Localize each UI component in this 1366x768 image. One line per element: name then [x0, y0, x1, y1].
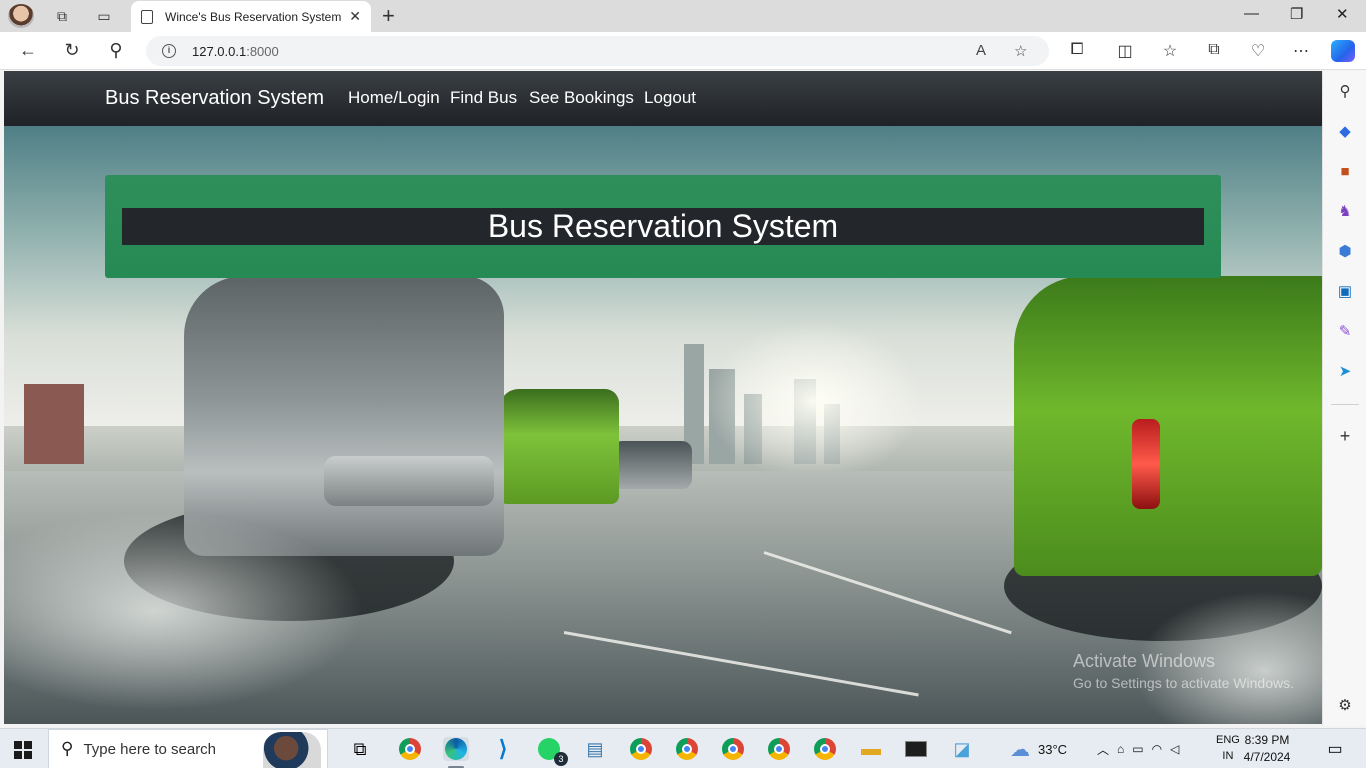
browser-tab-strip: ⧉ ▭ Wince's Bus Reservation System ✕ + —… [0, 0, 1366, 32]
bus-grey-far [612, 441, 692, 489]
sidebar-settings-icon[interactable]: ⚙ [1335, 695, 1355, 715]
whatsapp-badge: 3 [554, 752, 568, 766]
file-explorer-icon[interactable]: ▬ [858, 737, 884, 761]
chrome-taskbar-icon[interactable] [397, 737, 423, 761]
nav-see-bookings[interactable]: See Bookings [529, 88, 634, 108]
tray-device-icon[interactable]: ⌂ [1117, 742, 1124, 756]
bus-green-middle [499, 389, 619, 504]
terminal-icon[interactable] [903, 737, 929, 761]
page-icon [141, 9, 153, 24]
wifi-icon[interactable]: ◠ [1152, 742, 1162, 756]
hero-title-bar: Bus Reservation System [122, 208, 1204, 245]
system-tray-icons[interactable]: ︿ ⌂ ▭ ◠ ◁ [1097, 729, 1179, 768]
collections-icon[interactable]: ⧉ [1203, 41, 1225, 59]
url-text[interactable]: 127.0.0.1:8000 [192, 44, 279, 59]
weather-temp: 33°C [1038, 741, 1068, 757]
minimize-icon[interactable]: — [1244, 5, 1259, 22]
chrome-profile-3-icon[interactable] [720, 737, 746, 761]
chrome-profile-4-icon[interactable] [766, 737, 792, 761]
profile-avatar[interactable] [8, 4, 34, 28]
activate-windows-title: Activate Windows [1073, 651, 1216, 671]
tab-title: Wince's Bus Reservation System [165, 9, 342, 24]
sidebar-shopping-icon[interactable]: ◆ [1335, 121, 1355, 141]
clock-date: 4/7/2024 [1243, 750, 1291, 764]
bus-taillight [1132, 419, 1160, 509]
sidebar-microsoft365-icon[interactable]: ⬢ [1335, 241, 1355, 261]
taskbar-search-icon: ⚲ [61, 739, 74, 758]
nav-home-login[interactable]: Home/Login [348, 88, 440, 108]
site-brand[interactable]: Bus Reservation System [105, 87, 324, 110]
clock-time: 8:39 PM [1244, 733, 1290, 747]
task-view-icon[interactable]: ⧉ [347, 737, 373, 761]
url-host: 127.0.0.1 [192, 43, 247, 59]
sun-glow [704, 321, 924, 481]
vertical-tabs-icon[interactable]: ▭ [90, 4, 118, 28]
browser-tab-active[interactable]: Wince's Bus Reservation System ✕ [131, 1, 371, 32]
tray-chevron-icon[interactable]: ︿ [1097, 741, 1109, 758]
battery-icon[interactable]: ▭ [1132, 742, 1143, 756]
sidebar-add-icon[interactable]: + [1335, 426, 1355, 446]
sidebar-drop-icon[interactable]: ➤ [1335, 361, 1355, 381]
sidebar-outlook-icon[interactable]: ▣ [1335, 281, 1355, 301]
hero-title: Bus Reservation System [487, 208, 839, 244]
close-tab-icon[interactable]: ✕ [349, 8, 361, 25]
city-building [24, 384, 84, 464]
webpage-viewport: Bus Reservation System Home/Login Find B… [4, 71, 1322, 724]
browser-essentials-icon[interactable]: ♡ [1247, 41, 1269, 61]
edge-sidebar: ⚲ ◆ ■ ♞ ⬢ ▣ ✎ ➤ + ⚙ [1322, 71, 1366, 726]
url-port: :8000 [246, 43, 279, 59]
notifications-icon[interactable]: ▭ [1322, 737, 1348, 761]
back-icon[interactable]: ← [16, 40, 40, 61]
favorites-icon[interactable]: ☆ [1159, 41, 1181, 61]
whatsapp-taskbar-icon[interactable]: 3 [536, 737, 568, 766]
edge-taskbar-icon[interactable] [443, 737, 469, 761]
chrome-profile-2-icon[interactable] [674, 737, 700, 761]
activate-windows-subtitle: Go to Settings to activate Windows. [1073, 675, 1294, 691]
sidebar-games-icon[interactable]: ♞ [1335, 201, 1355, 221]
vscode-taskbar-icon[interactable]: ⟩ [490, 736, 516, 761]
close-window-icon[interactable]: ✕ [1336, 5, 1349, 23]
sidebar-designer-icon[interactable]: ✎ [1335, 321, 1355, 341]
bus-green-right [1014, 276, 1322, 576]
volume-icon[interactable]: ◁ [1170, 742, 1179, 756]
search-highlight-image[interactable] [263, 732, 321, 768]
read-aloud-icon[interactable]: A [976, 42, 986, 59]
bus-silver-grille [324, 456, 494, 506]
more-options-icon[interactable]: ⋯ [1290, 41, 1312, 61]
sidebar-search-icon[interactable]: ⚲ [1335, 81, 1355, 101]
address-toolbar: ← ↻ ⚲ i 127.0.0.1:8000 A ☆ ⧠ ◫ ☆ ⧉ ♡ ⋯ [0, 32, 1366, 70]
restore-icon[interactable]: ❐ [1290, 5, 1303, 23]
chrome-profile-5-icon[interactable] [812, 737, 838, 761]
taskbar-search-placeholder: Type here to search [83, 740, 217, 758]
address-bar[interactable]: i 127.0.0.1:8000 A ☆ [146, 36, 1049, 66]
taskbar-clock[interactable]: 8:39 PM 4/7/2024 [1228, 732, 1306, 766]
favorite-star-icon[interactable]: ☆ [1014, 42, 1027, 60]
python-file-icon[interactable]: ▤ [582, 737, 608, 761]
site-info-icon[interactable]: i [162, 44, 176, 58]
nav-find-bus[interactable]: Find Bus [450, 88, 517, 108]
chrome-profile-1-icon[interactable] [628, 737, 654, 761]
taskbar-search-box[interactable]: ⚲ Type here to search [48, 729, 328, 768]
search-icon[interactable]: ⚲ [104, 40, 128, 61]
site-navbar: Bus Reservation System Home/Login Find B… [4, 71, 1322, 126]
activate-windows-watermark: Activate Windows Go to Settings to activ… [1073, 651, 1294, 691]
sidebar-tools-icon[interactable]: ■ [1335, 161, 1355, 181]
notepad-icon[interactable]: ◪ [949, 737, 975, 761]
copilot-icon[interactable] [1331, 40, 1355, 62]
weather-widget[interactable]: ☁ 33°C [1010, 729, 1067, 768]
extensions-icon[interactable]: ⧠ [1066, 41, 1088, 59]
windows-taskbar: ⚲ Type here to search ⧉ ⟩ 3 ▤ ▬ ◪ ☁ 33°C… [0, 728, 1366, 768]
sidebar-divider [1331, 404, 1359, 405]
nav-logout[interactable]: Logout [644, 88, 696, 108]
new-tab-button[interactable]: + [382, 3, 395, 29]
refresh-icon[interactable]: ↻ [60, 40, 84, 61]
hero-banner: Bus Reservation System [105, 175, 1221, 278]
workspaces-icon[interactable]: ⧉ [48, 4, 76, 28]
bus-silver [184, 276, 504, 556]
split-screen-icon[interactable]: ◫ [1114, 41, 1136, 61]
start-button[interactable] [14, 741, 32, 759]
weather-cloud-icon: ☁ [1010, 738, 1030, 761]
